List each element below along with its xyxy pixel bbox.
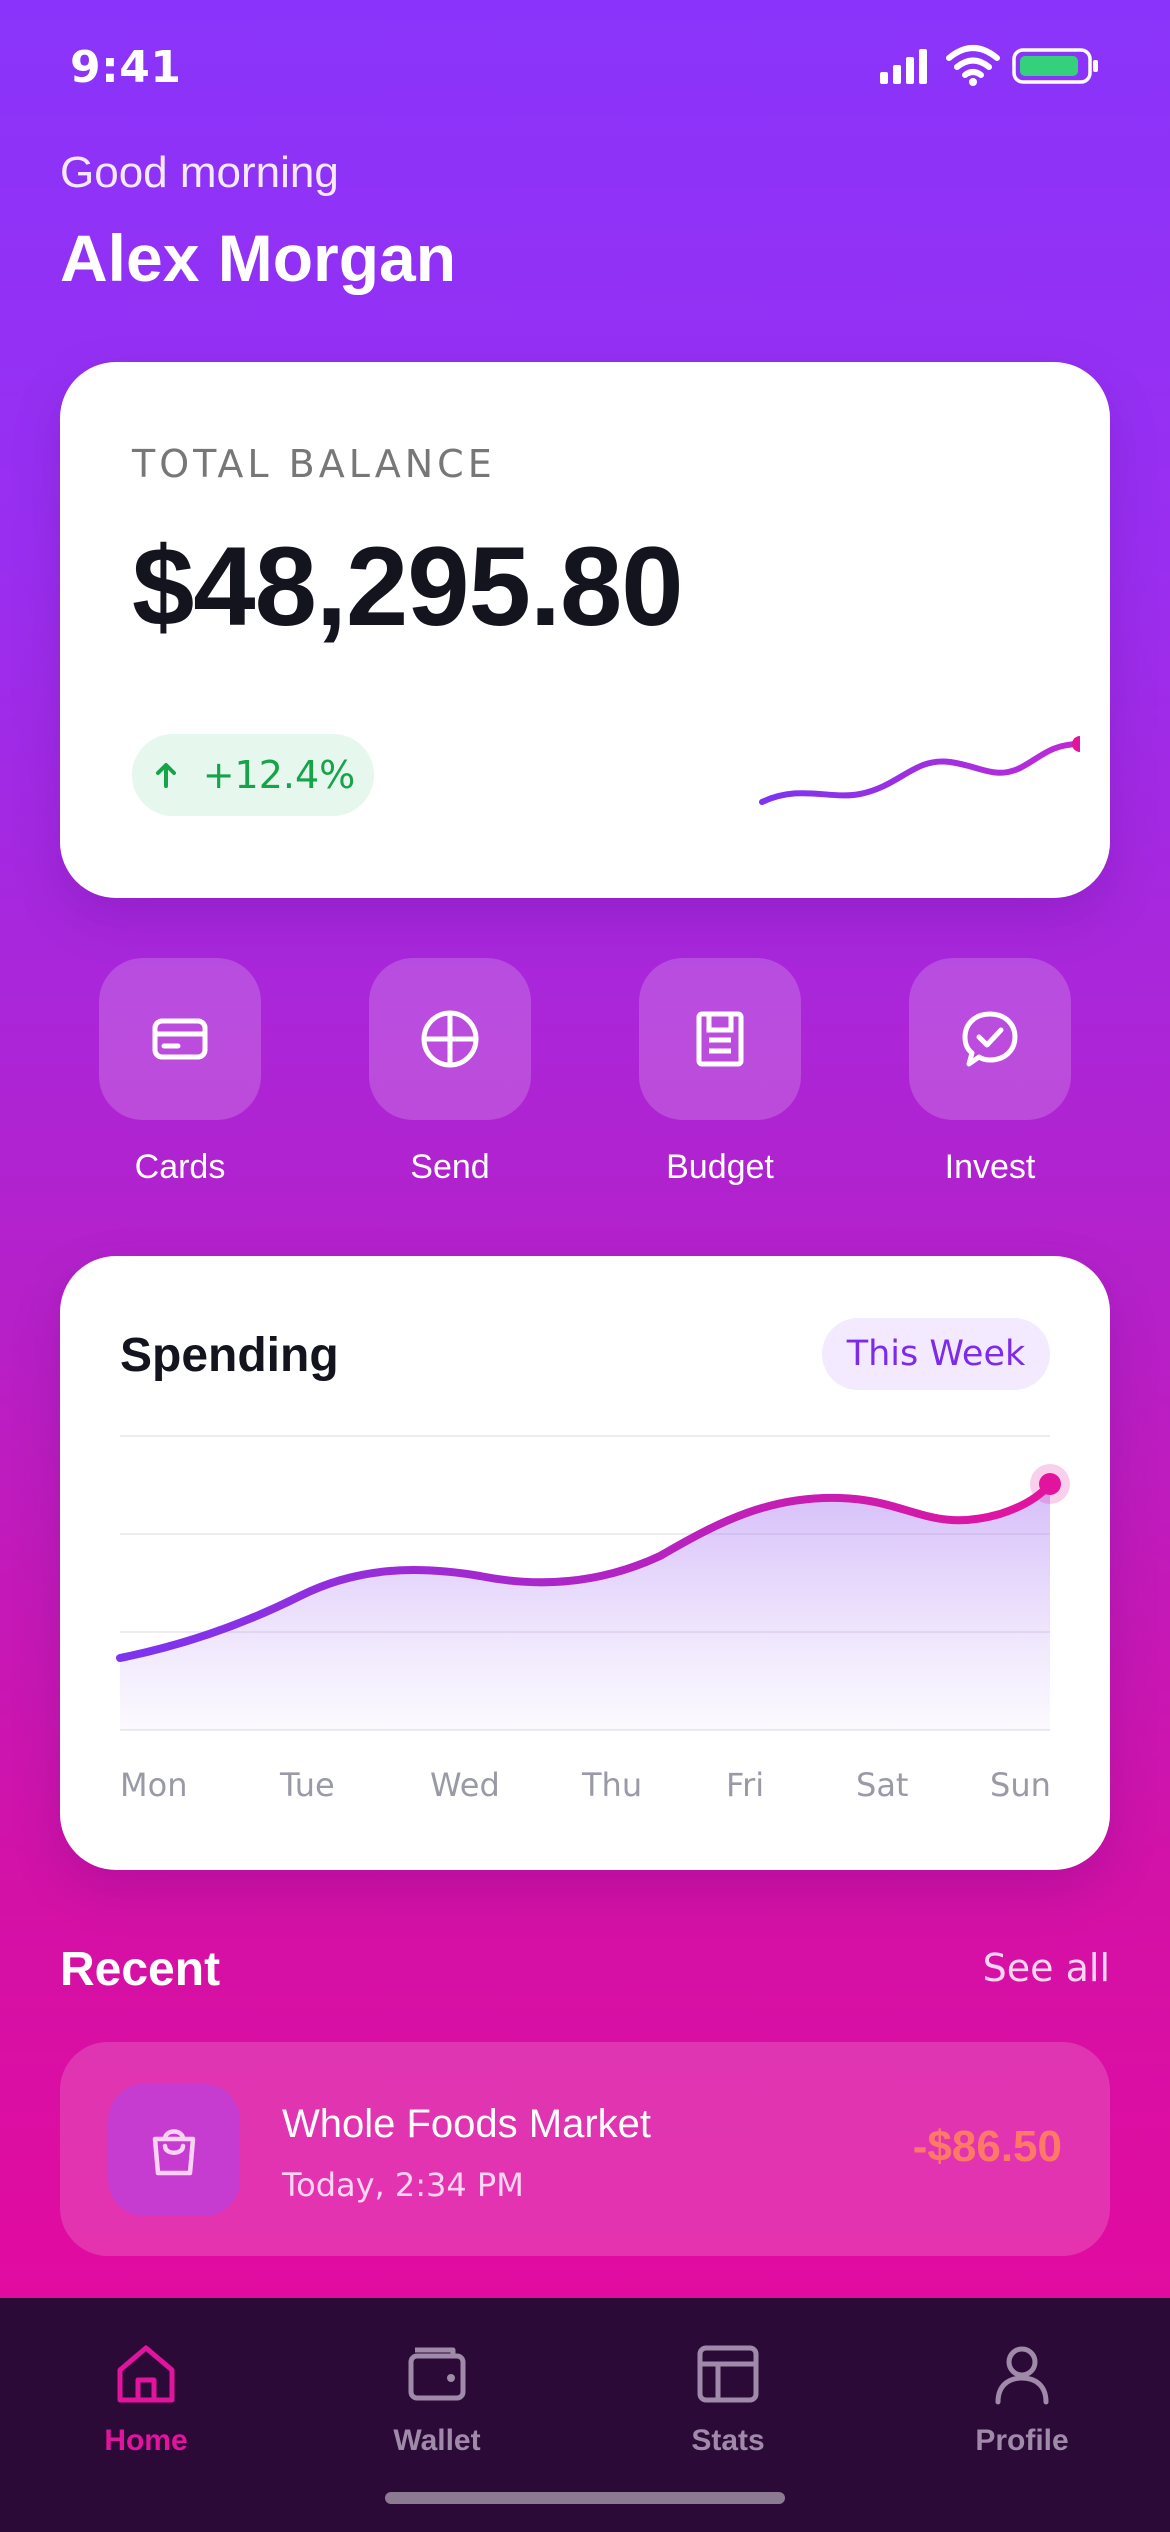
action-tile[interactable] bbox=[909, 958, 1071, 1120]
status-bar: 9:41 bbox=[0, 0, 1170, 135]
stats-icon bbox=[697, 2345, 759, 2403]
home-indicator[interactable] bbox=[385, 2492, 785, 2504]
day-label: Fri bbox=[726, 1766, 764, 1804]
chat-check-icon bbox=[962, 1011, 1018, 1067]
greeting-text: Good morning bbox=[60, 148, 339, 197]
balance-change-value: +12.4% bbox=[202, 753, 356, 797]
day-label: Thu bbox=[581, 1766, 642, 1804]
app-screen: 9:41 Good morning Alex Morgan TOTAL BALA… bbox=[0, 0, 1170, 2532]
home-icon bbox=[117, 2345, 175, 2403]
action-budget[interactable]: Budget bbox=[639, 958, 801, 1187]
status-time: 9:41 bbox=[70, 42, 182, 93]
cellular-signal-icon bbox=[880, 49, 927, 84]
day-label: Sun bbox=[990, 1766, 1051, 1804]
tab-wallet[interactable]: Wallet bbox=[347, 2338, 527, 2458]
spending-chart: Mon Tue Wed Thu Fri Sat Sun bbox=[116, 1435, 1070, 1804]
tab-profile[interactable]: Profile bbox=[932, 2338, 1112, 2458]
battery-icon bbox=[1012, 48, 1098, 84]
wallet-icon bbox=[408, 2347, 466, 2401]
transaction-time: Today, 2:34 PM bbox=[282, 2166, 524, 2204]
spending-title: Spending bbox=[120, 1329, 339, 1382]
day-label: Wed bbox=[430, 1766, 500, 1804]
quick-actions: Cards Send Budget Invest bbox=[0, 958, 1170, 1198]
action-cards[interactable]: Cards bbox=[99, 958, 261, 1187]
action-invest[interactable]: Invest bbox=[909, 958, 1071, 1187]
period-selector[interactable]: This Week bbox=[822, 1318, 1050, 1390]
tab-label: Wallet bbox=[393, 2424, 481, 2457]
balance-change-badge: +12.4% bbox=[132, 734, 374, 816]
day-label: Sat bbox=[856, 1766, 908, 1804]
action-label: Send bbox=[410, 1148, 490, 1186]
action-tile[interactable] bbox=[639, 958, 801, 1120]
tab-label: Home bbox=[104, 2424, 188, 2457]
transaction-icon-tile bbox=[108, 2084, 240, 2216]
spending-area bbox=[120, 1484, 1050, 1730]
user-name: Alex Morgan bbox=[60, 221, 457, 295]
transaction-item[interactable]: Whole Foods Market Today, 2:34 PM -$86.5… bbox=[60, 2042, 1110, 2256]
recent-title: Recent bbox=[60, 1943, 221, 1996]
tab-label: Profile bbox=[975, 2424, 1069, 2457]
tab-stats[interactable]: Stats bbox=[638, 2338, 818, 2458]
action-tile[interactable] bbox=[369, 958, 531, 1120]
tab-label: Stats bbox=[691, 2424, 765, 2457]
day-label: Mon bbox=[120, 1766, 187, 1804]
action-send[interactable]: Send bbox=[369, 958, 531, 1187]
wifi-icon bbox=[946, 45, 1000, 86]
action-label: Invest bbox=[944, 1148, 1036, 1186]
spending-card: Spending This Week Mon Tue Wed Thu Fri S… bbox=[60, 1256, 1110, 1870]
shopping-bag-icon bbox=[152, 2129, 196, 2176]
card-icon bbox=[152, 1018, 208, 1060]
globe-icon bbox=[421, 1010, 479, 1068]
transaction-name: Whole Foods Market bbox=[282, 2102, 652, 2146]
arrow-up-icon bbox=[155, 763, 176, 788]
balance-amount: $48,295.80 bbox=[132, 524, 684, 649]
document-icon bbox=[696, 1011, 744, 1067]
action-tile[interactable] bbox=[99, 958, 261, 1120]
action-label: Cards bbox=[134, 1148, 226, 1186]
tab-home[interactable]: Home bbox=[56, 2338, 236, 2458]
transaction-amount: -$86.50 bbox=[912, 2122, 1062, 2171]
profile-icon bbox=[995, 2346, 1049, 2405]
balance-label: TOTAL BALANCE bbox=[132, 442, 496, 486]
balance-sparkline bbox=[759, 736, 1080, 805]
see-all-link[interactable]: See all bbox=[983, 1946, 1110, 1990]
balance-card[interactable]: TOTAL BALANCE $48,295.80 +12.4% bbox=[60, 362, 1110, 898]
spending-endpoint bbox=[1039, 1473, 1061, 1495]
action-label: Budget bbox=[666, 1148, 774, 1186]
day-label: Tue bbox=[279, 1766, 335, 1804]
